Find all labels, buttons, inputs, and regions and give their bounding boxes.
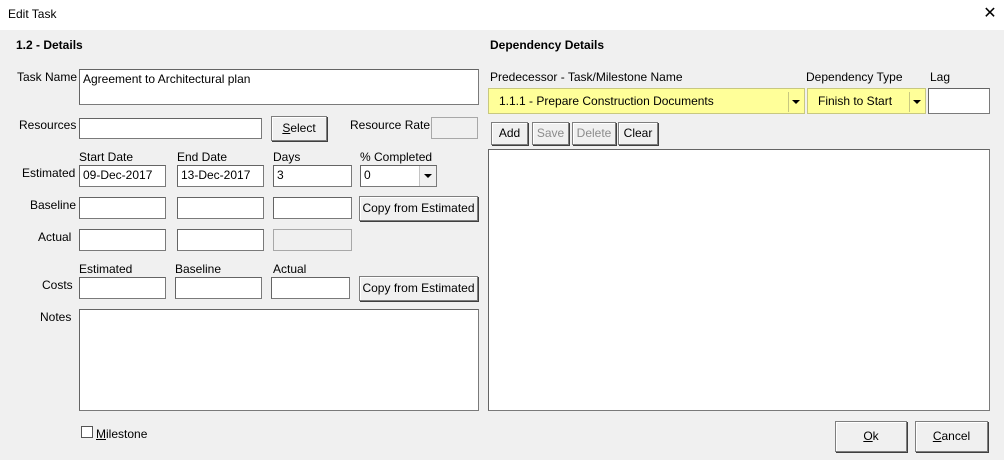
resources-input[interactable] (79, 118, 262, 139)
delete-dependency-button[interactable]: Delete (572, 122, 616, 145)
predecessor-value: 1.1.1 - Prepare Construction Documents (499, 94, 714, 108)
estimated-end-date-input[interactable]: 13-Dec-2017 (177, 165, 264, 187)
notes-textarea[interactable] (79, 309, 479, 411)
task-name-label: Task Name (17, 70, 78, 84)
estimated-label: Estimated (22, 166, 76, 180)
baseline-label: Baseline (30, 198, 77, 212)
milestone-checkbox[interactable] (81, 426, 93, 438)
resource-rate-input[interactable] (431, 117, 478, 139)
pct-completed-dropdown-button[interactable] (419, 166, 436, 186)
dependency-section-title: Dependency Details (490, 38, 605, 52)
milestone-label: Milestone (96, 427, 148, 441)
copy-from-estimated-costs-button[interactable]: Copy from Estimated (359, 276, 478, 301)
resources-label: Resources (19, 118, 77, 132)
baseline-start-date-input[interactable] (79, 197, 166, 219)
chevron-down-icon (424, 174, 432, 178)
notes-label: Notes (40, 310, 72, 324)
chevron-down-icon (913, 100, 921, 104)
costs-estimated-header: Estimated (79, 262, 133, 276)
pct-completed-header: % Completed (360, 150, 433, 164)
actual-start-date-input[interactable] (79, 229, 166, 251)
estimated-start-date-input[interactable]: 09-Dec-2017 (79, 165, 166, 187)
pct-completed-value: 0 (364, 168, 371, 182)
dependency-type-dropdown-button[interactable] (909, 92, 924, 112)
close-icon[interactable]: ✕ (980, 4, 1000, 24)
window-title: Edit Task (8, 7, 57, 21)
details-section-title: 1.2 - Details (16, 38, 83, 52)
actual-days-input[interactable] (273, 229, 352, 251)
chevron-down-icon (792, 100, 800, 104)
costs-estimated-input[interactable] (79, 277, 166, 299)
days-header: Days (273, 150, 301, 164)
lag-input[interactable] (928, 88, 990, 114)
task-name-input[interactable]: Agreement to Architectural plan (79, 69, 479, 105)
title-bar (0, 0, 1004, 30)
baseline-end-date-input[interactable] (177, 197, 264, 219)
costs-actual-input[interactable] (271, 277, 350, 299)
costs-actual-header: Actual (273, 262, 307, 276)
actual-label: Actual (38, 230, 72, 244)
lag-label: Lag (930, 70, 951, 84)
estimated-days-input[interactable]: 3 (273, 165, 352, 187)
add-dependency-button[interactable]: Add (491, 122, 528, 145)
costs-baseline-header: Baseline (175, 262, 222, 276)
dependency-type-label: Dependency Type (806, 70, 903, 84)
clear-dependency-button[interactable]: Clear (618, 122, 658, 145)
predecessor-label: Predecessor - Task/Milestone Name (490, 70, 683, 84)
dependency-type-value: Finish to Start (818, 94, 893, 108)
costs-label: Costs (42, 278, 73, 292)
cancel-button[interactable]: Cancel (915, 421, 988, 452)
copy-from-estimated-dates-button[interactable]: Copy from Estimated (359, 196, 478, 221)
select-button[interactable]: Select (271, 116, 327, 141)
predecessor-select[interactable]: 1.1.1 - Prepare Construction Documents (488, 88, 805, 114)
ok-button[interactable]: Ok (835, 421, 907, 452)
actual-end-date-input[interactable] (177, 229, 264, 251)
dependency-list[interactable] (488, 149, 990, 411)
end-date-header: End Date (177, 150, 228, 164)
predecessor-dropdown-button[interactable] (788, 92, 803, 112)
resource-rate-label: Resource Rate (350, 118, 431, 132)
start-date-header: Start Date (79, 150, 134, 164)
costs-baseline-input[interactable] (175, 277, 262, 299)
baseline-days-input[interactable] (273, 197, 352, 219)
save-dependency-button[interactable]: Save (532, 122, 569, 145)
